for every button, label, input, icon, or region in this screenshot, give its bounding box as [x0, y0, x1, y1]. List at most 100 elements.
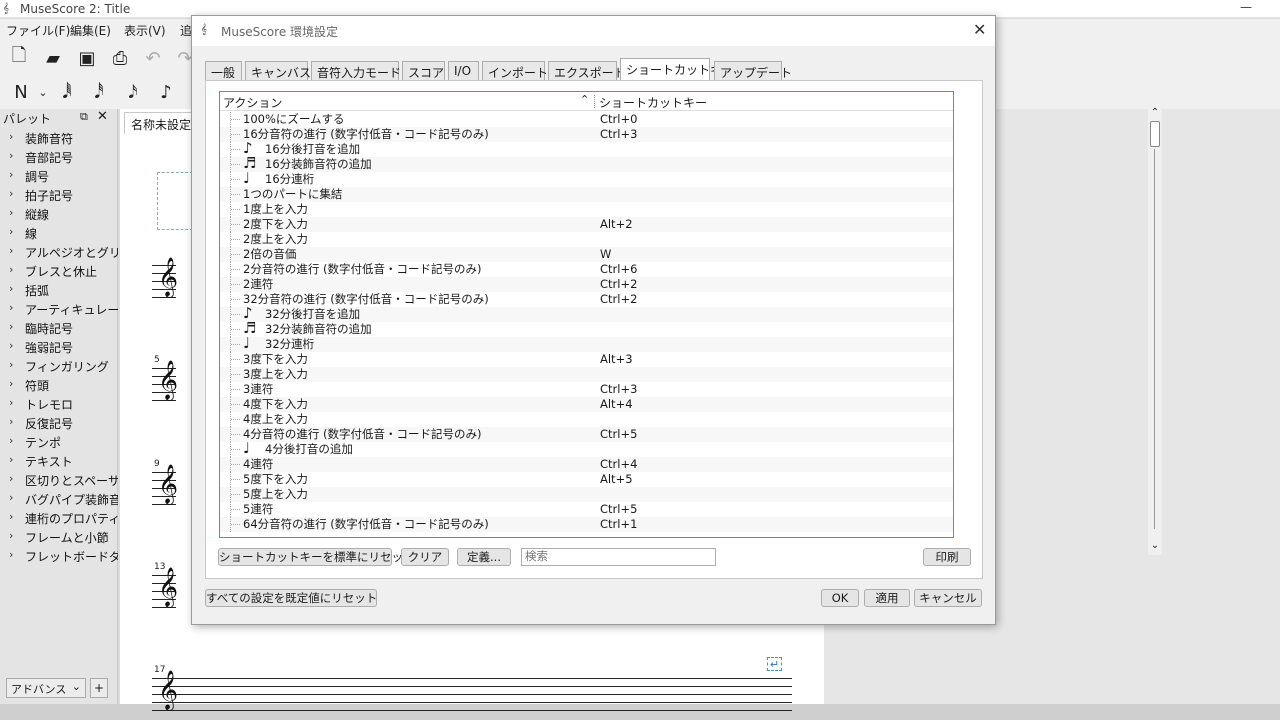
palette-mode-select[interactable]: アドバンス ⌄: [6, 678, 86, 698]
table-row[interactable]: 2分音符の進行 (数字付低音・コード記号のみ) Ctrl+6: [220, 262, 953, 277]
note-8th-icon[interactable]: ♪: [155, 81, 177, 103]
palette-item[interactable]: › 音部記号: [0, 147, 118, 166]
note-32nd-icon[interactable]: 𝅘𝅥𝅰: [88, 81, 110, 103]
palette-item[interactable]: › トレモロ: [0, 394, 118, 413]
table-row[interactable]: 16分音符の進行 (数字付低音・コード記号のみ) Ctrl+3: [220, 127, 953, 142]
cancel-button[interactable]: キャンセル: [914, 589, 982, 607]
tab-1[interactable]: キャンバス: [245, 61, 311, 80]
note-64th-icon[interactable]: 𝅘𝅥𝅱: [56, 81, 78, 103]
palette-item[interactable]: › テキスト: [0, 451, 118, 470]
undo-icon[interactable]: ↶: [142, 47, 164, 69]
table-row[interactable]: ♬ 16分装飾音符の追加: [220, 156, 953, 172]
table-row[interactable]: 1度上を入力: [220, 202, 953, 217]
palette-item[interactable]: › 臨時記号: [0, 318, 118, 337]
menu-edit[interactable]: 編集(E): [70, 22, 111, 39]
table-row[interactable]: ♩ 16分連桁: [220, 171, 953, 187]
tab-8[interactable]: アップデート: [714, 61, 792, 80]
table-row[interactable]: 5度上を入力: [220, 487, 953, 502]
apply-button[interactable]: 適用: [864, 589, 910, 607]
palette-item[interactable]: › 強弱記号: [0, 337, 118, 356]
tab-4[interactable]: I/O: [448, 61, 479, 80]
table-row[interactable]: 32分音符の進行 (数字付低音・コード記号のみ) Ctrl+2: [220, 292, 953, 307]
print-icon[interactable]: ⎙: [109, 47, 131, 69]
ok-button[interactable]: OK: [821, 589, 859, 607]
table-row[interactable]: ♩ 4分後打音の追加: [220, 441, 953, 457]
tab-5[interactable]: インポート: [482, 61, 548, 80]
column-separator[interactable]: [594, 95, 595, 108]
palette-item[interactable]: › 符頭: [0, 375, 118, 394]
table-row[interactable]: 5連符 Ctrl+5: [220, 502, 953, 517]
table-row[interactable]: 2倍の音価 W: [220, 247, 953, 262]
tab-2[interactable]: 音符入力モード: [311, 61, 401, 80]
score-tab[interactable]: 名称未設定: [124, 112, 199, 134]
close-icon[interactable]: ✕: [973, 20, 986, 39]
tab-7[interactable]: ショートカットキー: [620, 58, 734, 81]
palette-item[interactable]: › 連桁のプロパティ: [0, 508, 118, 527]
palette-item[interactable]: › 反復記号: [0, 413, 118, 432]
tab-6[interactable]: エクスポート: [548, 61, 626, 80]
print-button[interactable]: 印刷: [923, 548, 971, 566]
line-break-icon[interactable]: ↵: [767, 657, 782, 671]
palette-item[interactable]: › バグパイプ装飾音: [0, 489, 118, 508]
table-row[interactable]: ♪ 16分後打音を追加: [220, 141, 953, 157]
reset-all-button[interactable]: すべての設定を既定値にリセット: [205, 589, 377, 607]
table-row[interactable]: ♩ 32分連桁: [220, 336, 953, 352]
column-header-shortcut[interactable]: ショートカットキー: [599, 94, 707, 111]
table-row[interactable]: 4分音符の進行 (数字付低音・コード記号のみ) Ctrl+5: [220, 427, 953, 442]
table-row[interactable]: ♬ 32分装飾音符の追加: [220, 321, 953, 337]
palette-item[interactable]: › 縦線: [0, 204, 118, 223]
table-row[interactable]: 100%にズームする Ctrl+0: [220, 112, 953, 127]
undock-icon[interactable]: ⧉: [80, 110, 88, 124]
scroll-up-icon[interactable]: ⌃: [1148, 107, 1162, 121]
table-row[interactable]: 4度上を入力: [220, 412, 953, 427]
palette-item[interactable]: › フィンガリング: [0, 356, 118, 375]
table-row[interactable]: 3度上を入力: [220, 367, 953, 382]
palette-item[interactable]: › 調号: [0, 166, 118, 185]
minimize-button[interactable]: —: [1240, 0, 1252, 14]
define-button[interactable]: 定義...: [457, 548, 511, 566]
palette-item[interactable]: › 括弧: [0, 280, 118, 299]
vertical-scrollbar[interactable]: ⌃ ⌄: [1148, 107, 1162, 555]
save-icon[interactable]: ▣: [76, 47, 98, 69]
palette-item[interactable]: › 拍子記号: [0, 185, 118, 204]
clear-button[interactable]: クリア: [401, 548, 449, 566]
note-input-mode-icon[interactable]: N: [10, 81, 32, 103]
reset-shortcut-button[interactable]: ショートカットキーを標準にリセット: [218, 548, 415, 566]
palette-item[interactable]: › 線: [0, 223, 118, 242]
table-row[interactable]: 5度下を入力 Alt+5: [220, 472, 953, 487]
palette-item[interactable]: › 区切りとスペーサー: [0, 470, 118, 489]
palette-item[interactable]: › フレットボードダイア: [0, 546, 118, 565]
palette-item[interactable]: › 装飾音符: [0, 128, 118, 147]
palette-item[interactable]: › テンポ: [0, 432, 118, 451]
table-row[interactable]: 2度下を入力 Alt+2: [220, 217, 953, 232]
chevron-down-icon[interactable]: ⌄: [32, 81, 54, 103]
table-row[interactable]: 2連符 Ctrl+2: [220, 277, 953, 292]
table-row[interactable]: 64分音符の進行 (数字付低音・コード記号のみ) Ctrl+1: [220, 517, 953, 532]
shortcut-list[interactable]: アクション ⌃ ショートカットキー 100%にズームする Ctrl+0 16分音符の…: [219, 91, 954, 538]
search-input[interactable]: [521, 548, 716, 566]
palette-item[interactable]: › アーティキュレーショ: [0, 299, 118, 318]
palette-item[interactable]: › ブレスと休止: [0, 261, 118, 280]
palette-item[interactable]: › フレームと小節: [0, 527, 118, 546]
table-row[interactable]: ♪ 32分後打音を追加: [220, 306, 953, 322]
close-icon[interactable]: ✕: [97, 109, 108, 124]
scroll-thumb[interactable]: [1150, 121, 1160, 147]
palette-item[interactable]: › アルペジオとグリッサ: [0, 242, 118, 261]
menu-file[interactable]: ファイル(F): [6, 22, 70, 39]
title-frame[interactable]: [157, 172, 193, 230]
scroll-down-icon[interactable]: ⌄: [1148, 540, 1162, 554]
new-file-icon[interactable]: 🗋: [8, 45, 30, 69]
table-row[interactable]: 4度下を入力 Alt+4: [220, 397, 953, 412]
table-row[interactable]: 4連符 Ctrl+4: [220, 457, 953, 472]
open-folder-icon[interactable]: ▰: [42, 47, 64, 69]
menu-view[interactable]: 表示(V): [124, 22, 166, 39]
tab-3[interactable]: スコア: [402, 61, 445, 80]
column-header-action[interactable]: アクション: [223, 94, 282, 111]
add-palette-button[interactable]: +: [90, 678, 108, 698]
table-row[interactable]: 3度下を入力 Alt+3: [220, 352, 953, 367]
table-row[interactable]: 1つのパートに集結: [220, 187, 953, 202]
note-16th-icon[interactable]: 𝅘𝅥𝅯: [122, 81, 144, 103]
tab-0[interactable]: 一般: [205, 61, 242, 80]
table-row[interactable]: 3連符 Ctrl+3: [220, 382, 953, 397]
table-row[interactable]: 2度上を入力: [220, 232, 953, 247]
